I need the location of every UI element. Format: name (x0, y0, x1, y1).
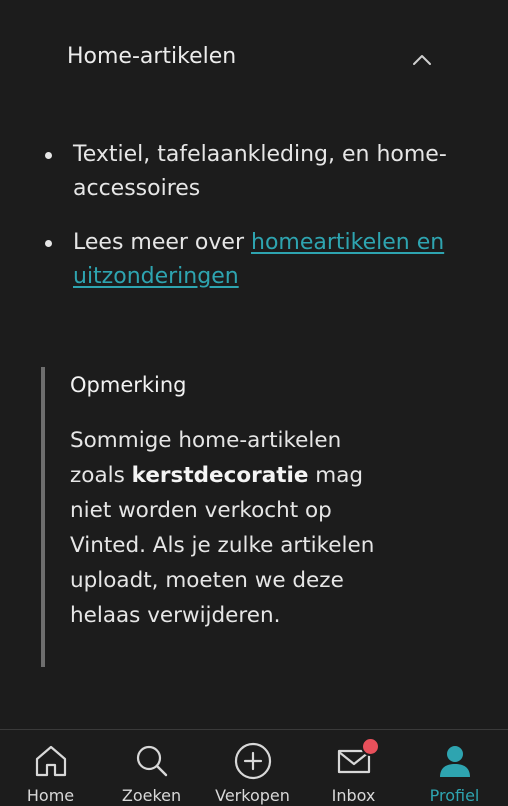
note-highlight: kerstdecoratie (131, 463, 309, 488)
bottom-navigation: Home Zoeken Verkopen Inbox Profiel (0, 729, 508, 805)
profile-icon (439, 746, 470, 777)
bullet-dot (45, 240, 52, 247)
list-item: Textiel, tafelaankleding, en home-access… (0, 138, 508, 206)
bullet-dot (45, 152, 52, 159)
nav-item-search[interactable]: Zoeken (101, 730, 202, 805)
chevron-up-icon[interactable] (410, 52, 434, 68)
nav-label: Zoeken (121, 786, 182, 805)
nav-label: Verkopen (215, 786, 290, 805)
nav-label: Profiel (429, 786, 480, 805)
list-item-text: Lees meer over (73, 230, 251, 255)
notification-badge (361, 737, 380, 756)
nav-label: Home (26, 786, 75, 805)
nav-item-inbox[interactable]: Inbox (303, 730, 404, 805)
plus-circle-icon (234, 742, 271, 780)
note-title: Opmerking (70, 373, 187, 397)
list-item: Lees meer over homeartikelen en uitzonde… (0, 226, 508, 294)
list-item-text: Textiel, tafelaankleding, en home-access… (73, 142, 447, 201)
accordion-title: Home-artikelen (67, 44, 237, 69)
nav-item-profile[interactable]: Profiel (404, 730, 505, 805)
search-icon (136, 745, 167, 777)
nav-item-sell[interactable]: Verkopen (202, 730, 303, 805)
home-articles-list: Textiel, tafelaankleding, en home-access… (0, 138, 508, 294)
home-icon (35, 745, 66, 777)
nav-item-home[interactable]: Home (0, 730, 101, 805)
accordion-header-home-articles[interactable]: Home-artikelen (0, 26, 508, 88)
note-body: Sommige home-artikelen zoals kerstdecora… (70, 423, 400, 633)
nav-label: Inbox (331, 786, 376, 805)
note-block: Opmerking Sommige home-artikelen zoals k… (41, 367, 405, 667)
